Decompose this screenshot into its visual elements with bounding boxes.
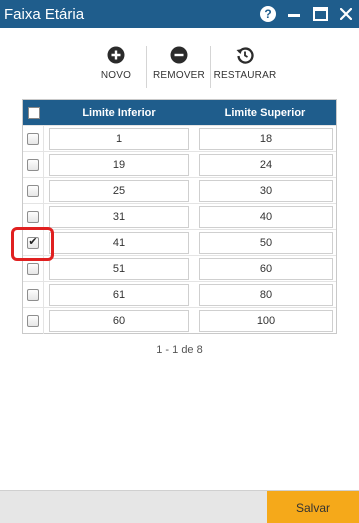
row-checkbox[interactable] — [27, 314, 39, 327]
row-checkbox-cell — [23, 307, 44, 334]
table-row[interactable]: 19 24 — [23, 151, 336, 178]
toolbar-divider — [210, 46, 211, 88]
save-button[interactable]: Salvar — [267, 491, 359, 523]
table-row[interactable]: ✔ 41 50 — [23, 229, 336, 256]
minimize-icon — [288, 13, 300, 17]
toolbar: NOVO REMOVER RESTAURAR — [0, 46, 359, 88]
remover-label: REMOVER — [153, 70, 205, 81]
novo-button[interactable]: NOVO — [98, 46, 134, 81]
row-checkbox-cell — [23, 281, 44, 308]
toolbar-divider — [146, 46, 147, 88]
upper-limit-field[interactable]: 80 — [199, 283, 333, 306]
row-checkbox[interactable] — [27, 288, 39, 301]
row-checkbox-cell — [23, 125, 44, 152]
close-icon — [340, 8, 352, 20]
row-checkbox[interactable] — [27, 262, 39, 275]
restore-history-icon — [236, 47, 254, 64]
remover-button[interactable]: REMOVER — [153, 46, 205, 81]
table-header: Limite Inferior Limite Superior — [23, 100, 336, 125]
table-row[interactable]: 60 100 — [23, 307, 336, 334]
minimize-button[interactable] — [281, 0, 307, 28]
row-checkbox-cell — [23, 151, 44, 178]
table-row[interactable]: 61 80 — [23, 281, 336, 308]
table-row[interactable]: 25 30 — [23, 177, 336, 204]
row-checkbox-checked[interactable]: ✔ — [27, 236, 39, 249]
select-all-cell — [23, 100, 44, 125]
row-checkbox-cell: ✔ — [23, 229, 44, 256]
lower-limit-field[interactable]: 61 — [49, 283, 189, 306]
upper-limit-field[interactable]: 40 — [199, 205, 333, 228]
upper-limit-field[interactable]: 100 — [199, 309, 333, 332]
column-header-lower[interactable]: Limite Inferior — [44, 100, 194, 125]
table-row[interactable]: 31 40 — [23, 203, 336, 230]
lower-limit-field[interactable]: 19 — [49, 153, 189, 176]
row-checkbox[interactable] — [27, 210, 39, 223]
row-checkbox-cell — [23, 255, 44, 282]
select-all-checkbox[interactable] — [27, 106, 40, 119]
novo-label: NOVO — [100, 70, 132, 81]
row-checkbox-cell — [23, 177, 44, 204]
lower-limit-field[interactable]: 31 — [49, 205, 189, 228]
table-body: 1 18 19 24 25 30 31 40 ✔ 41 50 51 60 61 80 60 100 — [23, 125, 336, 334]
window-title: Faixa Etária — [4, 5, 85, 23]
help-button[interactable]: ? — [255, 0, 281, 28]
minus-circle-icon — [170, 46, 188, 64]
row-checkbox[interactable] — [27, 184, 39, 197]
table-row[interactable]: 51 60 — [23, 255, 336, 282]
row-checkbox[interactable] — [27, 132, 39, 145]
help-icon: ? — [260, 6, 276, 22]
restaurar-label: RESTAURAR — [213, 70, 277, 81]
age-range-table: Limite Inferior Limite Superior 1 18 19 24 2… — [22, 99, 337, 334]
plus-circle-icon — [107, 46, 125, 64]
lower-limit-field[interactable]: 60 — [49, 309, 189, 332]
close-button[interactable] — [333, 0, 359, 28]
lower-limit-field[interactable]: 1 — [49, 127, 189, 150]
upper-limit-field[interactable]: 24 — [199, 153, 333, 176]
title-bar: Faixa Etária ? — [0, 0, 359, 28]
lower-limit-field[interactable]: 41 — [49, 231, 189, 254]
lower-limit-field[interactable]: 25 — [49, 179, 189, 202]
column-header-upper[interactable]: Limite Superior — [194, 100, 336, 125]
upper-limit-field[interactable]: 18 — [199, 127, 333, 150]
restaurar-button[interactable]: RESTAURAR — [213, 46, 277, 81]
row-checkbox[interactable] — [27, 158, 39, 171]
upper-limit-field[interactable]: 50 — [199, 231, 333, 254]
pagination-info: 1 - 1 de 8 — [156, 344, 203, 356]
footer-bar: Salvar — [0, 490, 359, 523]
lower-limit-field[interactable]: 51 — [49, 257, 189, 280]
maximize-button[interactable] — [307, 0, 333, 28]
row-checkbox-cell — [23, 203, 44, 230]
upper-limit-field[interactable]: 60 — [199, 257, 333, 280]
maximize-icon — [312, 7, 328, 21]
table-row[interactable]: 1 18 — [23, 125, 336, 152]
upper-limit-field[interactable]: 30 — [199, 179, 333, 202]
